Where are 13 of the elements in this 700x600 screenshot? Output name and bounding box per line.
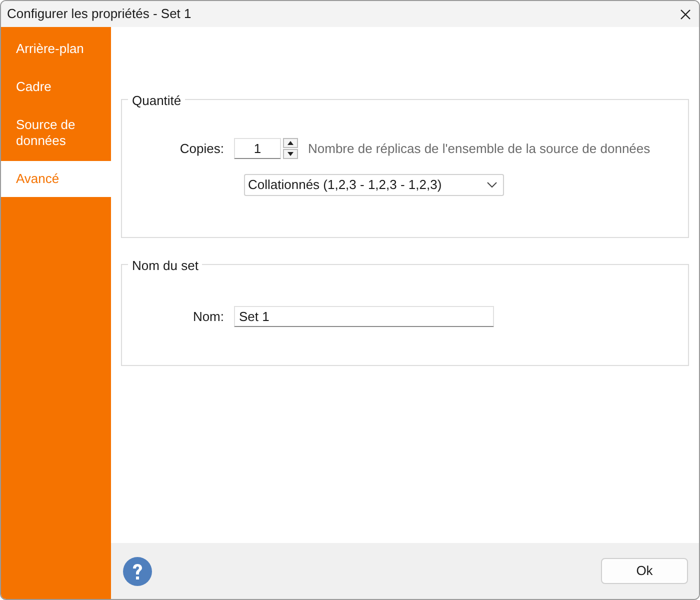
ok-button[interactable]: Ok [601,558,688,584]
name-label: Nom: [192,308,225,326]
copies-hint: Nombre de réplicas de l'ensemble de la source de données [308,140,650,158]
help-icon[interactable] [123,556,152,586]
copies-label: Copies: [178,140,225,158]
window-title: Configurer les propriétés - Set 1 [7,5,192,24]
close-icon[interactable] [680,8,691,20]
spinner[interactable] [283,138,298,159]
dropdown-value: Collationnés (1,2,3 - 1,2,3 - 1,2,3) [248,176,442,194]
name-field[interactable]: Set 1 [234,306,494,327]
order-dropdown[interactable]: Collationnés (1,2,3 - 1,2,3 - 1,2,3) [244,174,504,196]
copies-field[interactable]: 1 [234,138,281,159]
chevron-down-icon [487,182,497,188]
